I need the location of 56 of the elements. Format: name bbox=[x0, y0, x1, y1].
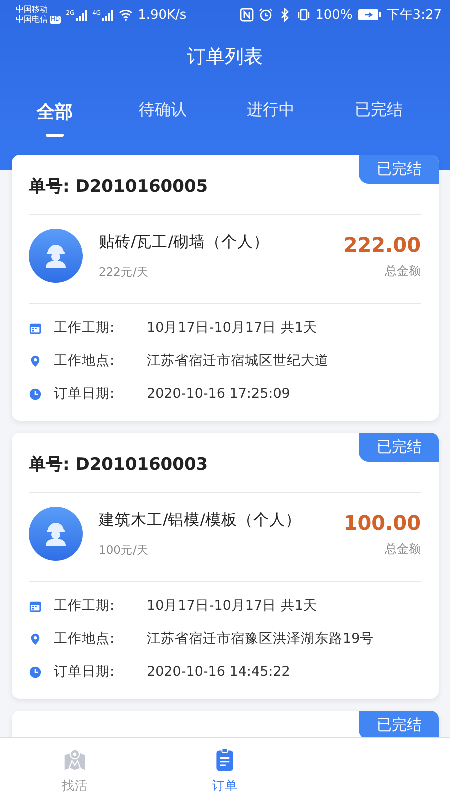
amount-label: 总金额 bbox=[385, 262, 421, 280]
detail-value: 2020-10-16 14:45:22 bbox=[147, 664, 290, 680]
detail-label: 工作工期: bbox=[54, 319, 116, 337]
detail-label: 订单日期: bbox=[54, 385, 116, 403]
filter-tab[interactable]: 进行中 bbox=[217, 100, 325, 144]
nav-tab[interactable]: 找活 bbox=[0, 738, 150, 800]
nfc-icon bbox=[240, 8, 254, 22]
worker-avatar-icon bbox=[29, 229, 83, 283]
detail-value: 江苏省宿迁市宿豫区洪泽湖东路19号 bbox=[147, 630, 374, 648]
signal-icon bbox=[102, 10, 114, 20]
location-pin-icon bbox=[29, 354, 42, 368]
order-number: 单号: D2010160005 bbox=[29, 177, 208, 197]
detail-value: 10月17日-10月17日 共1天 bbox=[147, 597, 318, 615]
detail-label: 工作地点: bbox=[54, 630, 116, 648]
detail-value: 10月17日-10月17日 共1天 bbox=[147, 319, 318, 337]
wifi-icon bbox=[119, 8, 134, 22]
network-speed: 1.90K/s bbox=[138, 8, 187, 22]
battery-icon bbox=[358, 9, 382, 21]
carrier-name: 中国电信 bbox=[16, 15, 48, 25]
carrier-name: 中国移动 bbox=[16, 5, 49, 15]
job-title: 贴砖/瓦工/砌墙（个人） bbox=[99, 232, 270, 253]
job-title: 建筑木工/铝模/模板（个人） bbox=[99, 510, 302, 531]
battery-percent: 100% bbox=[316, 8, 353, 22]
status-badge: 已完结 bbox=[359, 711, 439, 737]
filter-tab[interactable]: 已完结 bbox=[325, 100, 433, 144]
order-card[interactable]: 已完结 单号: D2010160005 贴砖/瓦工/砌墙（个人） 222元/天 222.00 总金额 工作工期: 10月17日-10月17日 共1天 工作地点: 江苏省宿迁市宿城区世纪大道 订单日期: 2020-10-16 17:25:09 bbox=[12, 155, 439, 421]
order-card[interactable]: 已完结 单号: D2010160003 建筑木工/铝模/模板（个人） 100元/天 100.00 总金额 工作工期: 10月17日-10月17日 共1天 工作地点: 江苏省宿迁市宿豫区洪泽湖东路19号 订单日期: 2020-10-16 14:45:22 bbox=[12, 433, 439, 699]
detail-label: 订单日期: bbox=[54, 663, 116, 681]
clock-icon bbox=[29, 388, 42, 400]
daily-rate: 100元/天 bbox=[99, 543, 150, 558]
calendar-icon bbox=[29, 322, 42, 334]
filter-tab[interactable]: 全部 bbox=[1, 100, 109, 144]
detail-value: 2020-10-16 17:25:09 bbox=[147, 386, 290, 402]
calendar-icon bbox=[29, 600, 42, 612]
total-amount: 222.00 bbox=[344, 232, 421, 256]
detail-value: 江苏省宿迁市宿城区世纪大道 bbox=[147, 352, 329, 370]
order-number: 单号: D2010160003 bbox=[29, 455, 208, 475]
map-pin-icon bbox=[63, 748, 87, 772]
daily-rate: 222元/天 bbox=[99, 265, 150, 280]
worker-avatar-icon bbox=[29, 507, 83, 561]
detail-label: 工作地点: bbox=[54, 352, 116, 370]
location-pin-icon bbox=[29, 632, 42, 646]
page-title: 订单列表 bbox=[186, 45, 264, 70]
clock-icon bbox=[29, 666, 42, 678]
clock-time: 下午3:27 bbox=[386, 7, 442, 24]
amount-label: 总金额 bbox=[385, 540, 421, 558]
alarm-icon bbox=[258, 8, 273, 22]
vibrate-icon bbox=[296, 8, 311, 22]
filter-tab[interactable]: 待确认 bbox=[109, 100, 217, 144]
nav-tab[interactable]: 订单 bbox=[150, 738, 300, 800]
detail-label: 工作工期: bbox=[54, 597, 116, 615]
status-badge: 已完结 bbox=[359, 155, 439, 184]
status-badge: 已完结 bbox=[359, 433, 439, 462]
signal-icon bbox=[76, 10, 88, 20]
order-card[interactable]: 已完结 bbox=[12, 711, 439, 737]
total-amount: 100.00 bbox=[344, 510, 421, 534]
